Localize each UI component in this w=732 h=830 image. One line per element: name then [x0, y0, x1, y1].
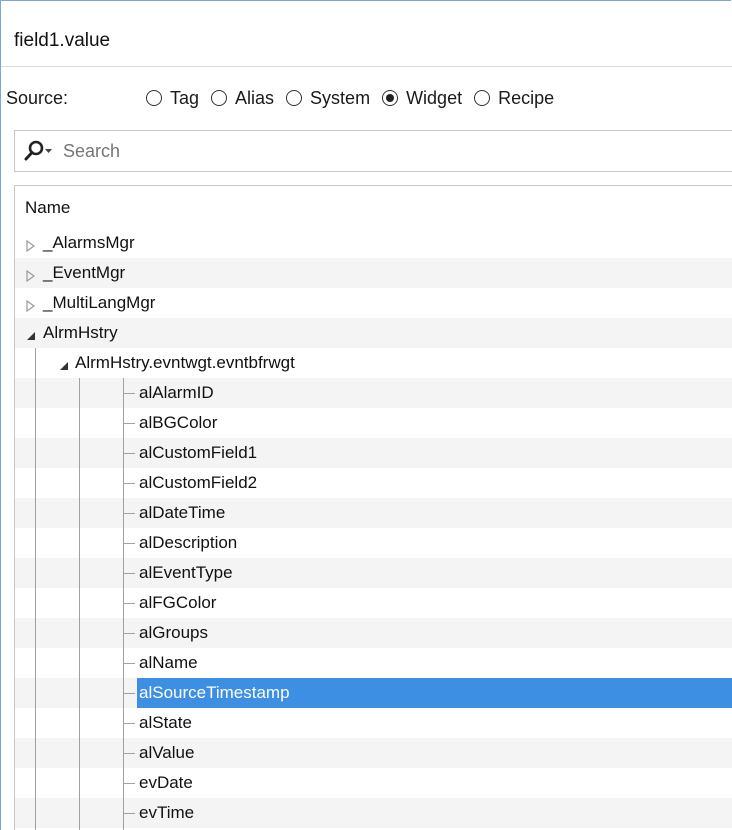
radio-label: Widget [406, 87, 463, 108]
tree-connector [123, 693, 135, 694]
source-radio-widget[interactable]: Widget [382, 88, 462, 109]
tree-item-label[interactable]: AlrmHstry [41, 322, 120, 344]
source-label: Source: [6, 87, 69, 108]
tree-connector [123, 753, 135, 754]
tree-connector [123, 393, 135, 394]
tree-item-label[interactable]: alCustomField1 [137, 442, 259, 464]
tree-connector [123, 423, 135, 424]
tree-connector [123, 513, 135, 514]
search-icon[interactable] [23, 139, 61, 163]
tree-connector [123, 543, 135, 544]
tree-connector [123, 633, 135, 634]
tree-connector [123, 573, 135, 574]
tree-item-label[interactable]: _AlarmsMgr [41, 232, 137, 254]
source-radio-alias[interactable]: Alias [211, 88, 274, 109]
source-radio-recipe[interactable]: Recipe [474, 88, 554, 109]
tree-item-label[interactable]: alCustomField2 [137, 472, 259, 494]
radio-label: Tag [170, 87, 200, 108]
radio-unchecked-icon[interactable] [474, 90, 491, 106]
radio-unchecked-icon[interactable] [211, 90, 228, 106]
radio-label: System [310, 87, 371, 108]
tree-item-label[interactable]: alAlarmID [137, 382, 216, 404]
source-radio-system[interactable]: System [286, 88, 370, 109]
tree-item-label[interactable]: alFGColor [137, 592, 218, 614]
tree-connector [123, 723, 135, 724]
dialog-title: field1.value [14, 30, 111, 51]
tree-connector [123, 783, 135, 784]
search-input[interactable] [61, 139, 665, 163]
tree-item-label[interactable]: alBGColor [137, 412, 219, 434]
tree-row[interactable]: AlrmHstry.evntwgt.evntbfrwgt [15, 348, 732, 378]
tree-item-label[interactable]: alValue [137, 742, 196, 764]
tree-item-label[interactable]: alState [137, 712, 194, 734]
tree-connector [123, 483, 135, 484]
tree-guide-line [123, 378, 124, 830]
expand-arrow-icon[interactable] [25, 297, 37, 313]
expand-arrow-icon[interactable] [25, 267, 37, 283]
tree-item-label[interactable]: alSourceTimestamp [137, 682, 292, 704]
tree-connector [123, 813, 135, 814]
collapse-arrow-icon[interactable] [25, 327, 37, 340]
tree-connector [123, 663, 135, 664]
tree-item-label[interactable]: evTime [137, 802, 196, 824]
tree-guide-line [79, 378, 80, 830]
tree-item-label[interactable]: _MultiLangMgr [41, 292, 157, 314]
radio-unchecked-icon[interactable] [286, 90, 303, 106]
tree-item-label[interactable]: alDescription [137, 532, 239, 554]
tree-row[interactable]: AlrmHstry [15, 318, 732, 348]
tree-item-label[interactable]: alName [137, 652, 200, 674]
tree-connector [123, 453, 135, 454]
tree-item-label[interactable]: alDateTime [137, 502, 227, 524]
radio-unchecked-icon[interactable] [146, 90, 162, 106]
radio-checked-icon[interactable] [382, 90, 399, 106]
divider [1, 66, 732, 67]
tree-item-label[interactable]: evDate [137, 772, 195, 794]
source-radio-group: Tag Alias System Widget Recipe [146, 88, 566, 109]
tree-view[interactable]: Name _AlarmsMgr _EventMgr _MultiLangMgr Alr… [14, 185, 732, 830]
collapse-arrow-icon[interactable] [58, 357, 70, 370]
column-header-name[interactable]: Name [15, 186, 732, 228]
tree-guide-line [35, 348, 36, 830]
tree-row[interactable]: _AlarmsMgr [15, 228, 732, 258]
radio-label: Recipe [498, 87, 555, 108]
expand-arrow-icon[interactable] [25, 237, 37, 253]
source-selector: Source: Tag Alias System Widget Recipe [6, 84, 566, 112]
tree-item-label[interactable]: _EventMgr [41, 262, 127, 284]
tree-connector [123, 603, 135, 604]
tree-item-label[interactable]: AlrmHstry.evntwgt.evntbfrwgt [73, 352, 297, 374]
tree-item-label[interactable]: alGroups [137, 622, 210, 644]
radio-label: Alias [235, 87, 275, 108]
tree-row[interactable]: _EventMgr [15, 258, 732, 288]
tree-row[interactable]: _MultiLangMgr [15, 288, 732, 318]
search-box[interactable] [14, 130, 732, 172]
source-radio-tag[interactable]: Tag [146, 88, 199, 109]
tree-item-label[interactable]: alEventType [137, 562, 235, 584]
